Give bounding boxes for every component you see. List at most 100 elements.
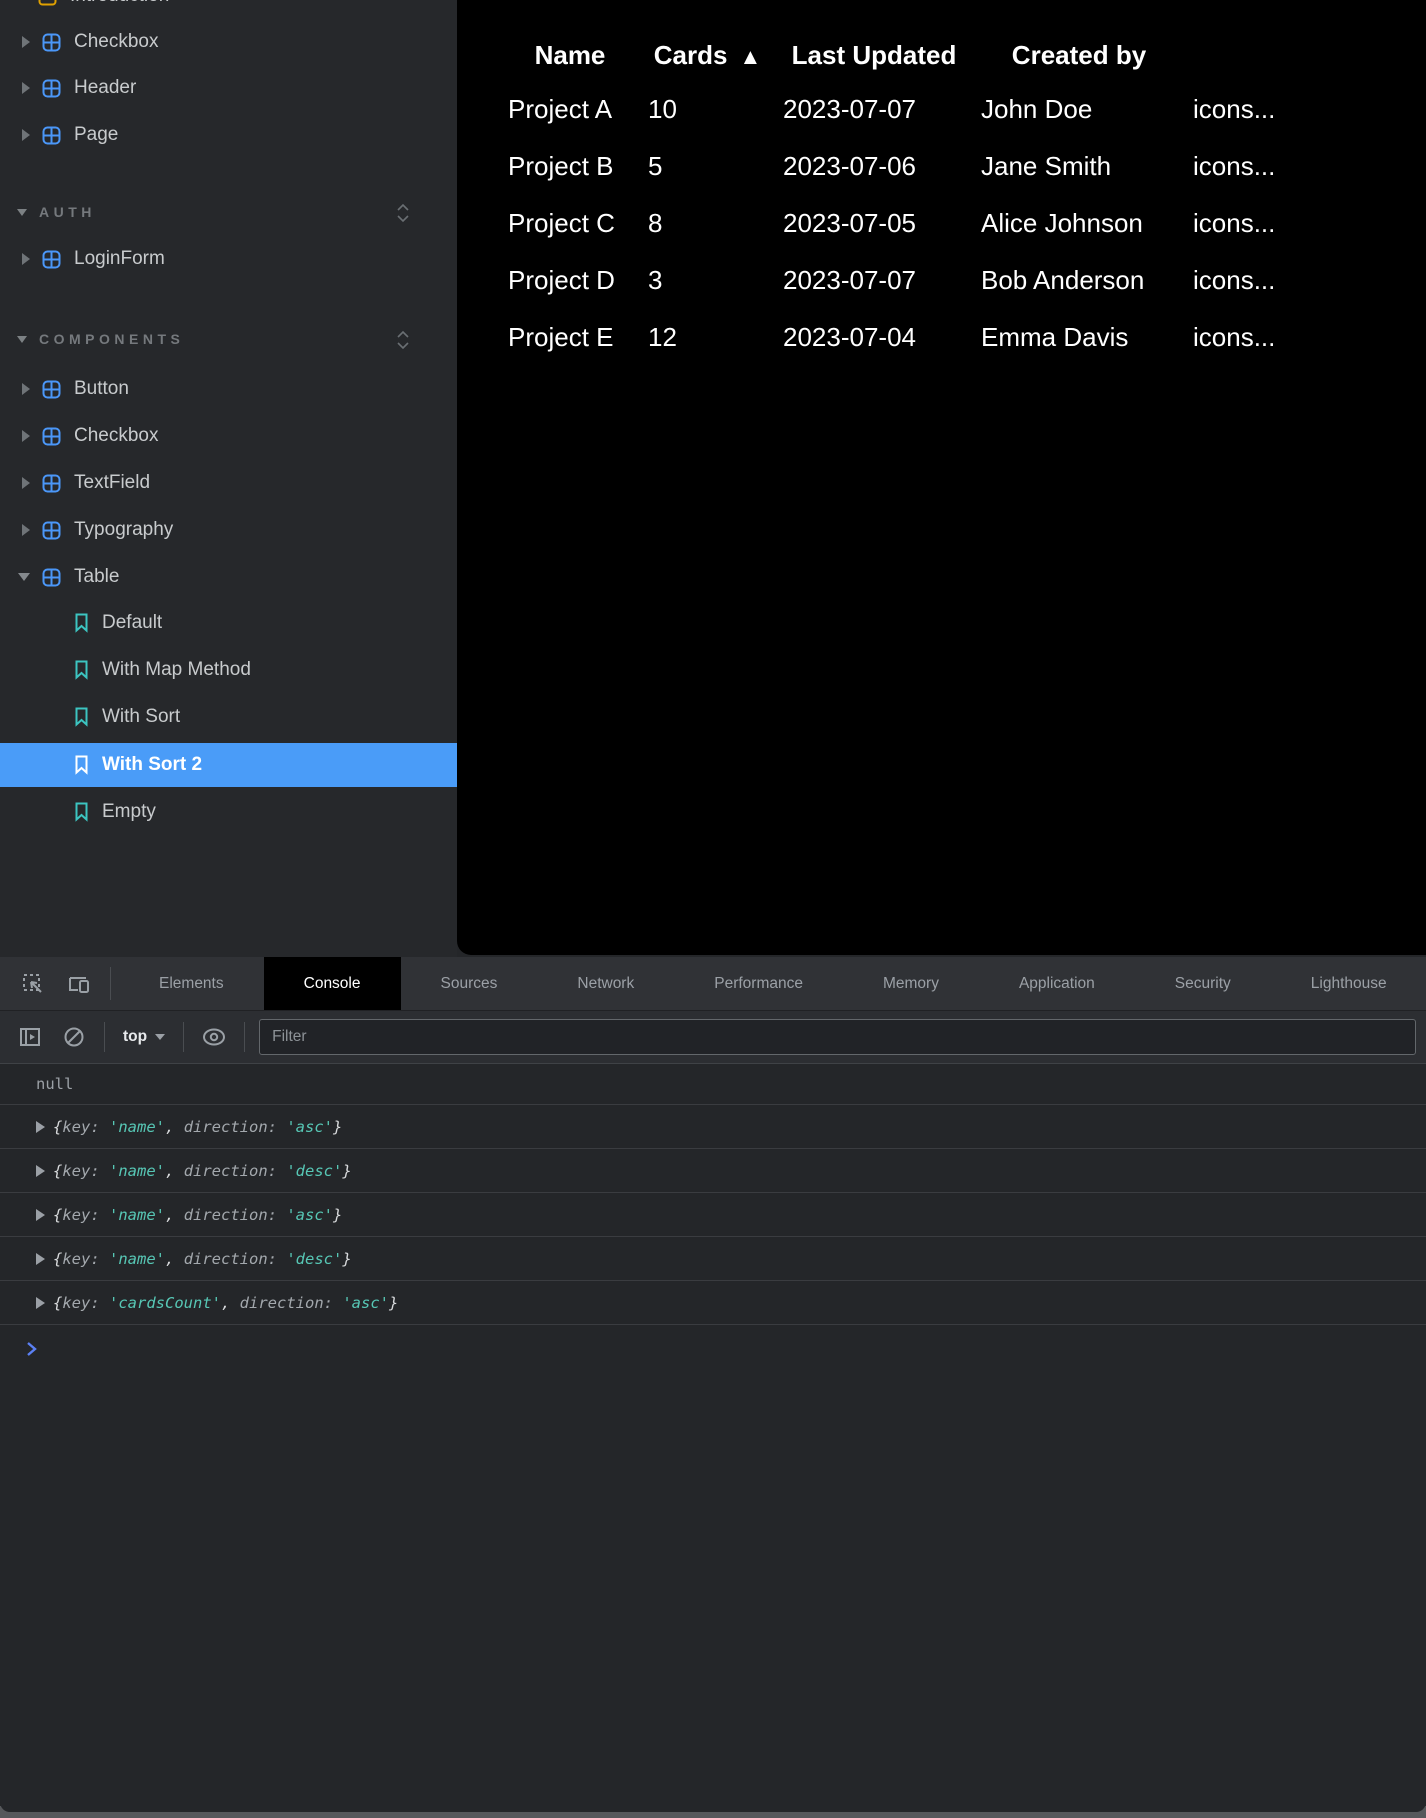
sidebar-item-button[interactable]: Button	[0, 367, 457, 411]
table-row: Project B 5 2023-07-06 Jane Smith icons.…	[500, 138, 1351, 195]
story-label: Default	[102, 612, 162, 634]
component-icon	[42, 33, 61, 52]
component-icon	[42, 250, 61, 269]
sidebar-item-label: TextField	[74, 472, 150, 494]
sidebar-item-checkbox[interactable]: Checkbox	[0, 20, 457, 64]
live-expression-button[interactable]	[192, 1025, 236, 1049]
expand-arrow-icon[interactable]	[36, 1297, 45, 1309]
cell-actions[interactable]: icons...	[1185, 138, 1351, 195]
sidebar-item-introduction[interactable]: Introduction	[0, 0, 457, 18]
chevron-down-icon[interactable]	[17, 336, 27, 343]
sidebar-story-with-sort[interactable]: With Sort	[0, 695, 457, 739]
column-header-created-by[interactable]: Created by	[973, 30, 1185, 81]
tab-memory[interactable]: Memory	[843, 957, 979, 1010]
sidebar-item-label: Page	[74, 124, 118, 146]
cell-actions[interactable]: icons...	[1185, 252, 1351, 309]
tab-network[interactable]: Network	[537, 957, 674, 1010]
chevron-down-icon[interactable]	[17, 209, 27, 216]
chevron-right-icon[interactable]	[22, 430, 30, 442]
sidebar-item-loginform[interactable]: LoginForm	[0, 237, 457, 281]
chevron-down-icon[interactable]	[18, 573, 30, 581]
cell-actions[interactable]: icons...	[1185, 195, 1351, 252]
console-message-object: {key: 'name', direction: 'desc'}	[0, 1236, 1426, 1280]
cell-cards: 12	[640, 309, 775, 366]
chevron-right-icon[interactable]	[22, 82, 30, 94]
inspect-element-button[interactable]	[10, 957, 56, 1010]
component-icon	[42, 427, 61, 446]
cell-cards: 8	[640, 195, 775, 252]
sidebar-story-empty[interactable]: Empty	[0, 790, 457, 834]
cell-actions[interactable]: icons...	[1185, 81, 1351, 138]
cell-name: Project A	[500, 81, 640, 138]
sidebar-section-auth[interactable]: AUTH	[0, 190, 457, 234]
tab-security[interactable]: Security	[1135, 957, 1271, 1010]
comma: ,	[221, 1294, 240, 1312]
cell-updated: 2023-07-07	[775, 81, 973, 138]
comma: ,	[165, 1118, 184, 1136]
key-label: key:	[62, 1162, 109, 1180]
cell-creator: Emma Davis	[973, 309, 1185, 366]
tab-application[interactable]: Application	[979, 957, 1135, 1010]
tab-lighthouse[interactable]: Lighthouse	[1271, 957, 1426, 1010]
sidebar-story-with-sort-2-selected[interactable]: With Sort 2	[0, 743, 457, 787]
sidebar-item-label: Checkbox	[74, 425, 159, 447]
chevron-right-icon[interactable]	[22, 253, 30, 265]
console-message-object: {key: 'name', direction: 'asc'}	[0, 1104, 1426, 1148]
column-header-actions	[1185, 30, 1351, 81]
sidebar-toggle-icon	[18, 1025, 42, 1049]
column-header-name[interactable]: Name	[500, 30, 640, 81]
tab-elements[interactable]: Elements	[119, 957, 264, 1010]
expand-arrow-icon[interactable]	[36, 1209, 45, 1221]
column-header-cards-label: Cards	[654, 40, 728, 70]
sidebar-item-page[interactable]: Page	[0, 113, 457, 157]
key-value: 'name'	[109, 1250, 165, 1268]
sidebar-item-table[interactable]: Table	[0, 555, 457, 599]
column-header-last-updated[interactable]: Last Updated	[775, 30, 973, 81]
direction-label: direction:	[184, 1250, 287, 1268]
direction-value: 'desc'	[286, 1162, 342, 1180]
tab-performance[interactable]: Performance	[674, 957, 843, 1010]
brace: {	[53, 1250, 62, 1268]
cell-actions[interactable]: icons...	[1185, 309, 1351, 366]
console-filter-input[interactable]	[259, 1019, 1416, 1055]
expand-arrow-icon[interactable]	[36, 1253, 45, 1265]
expand-arrow-icon[interactable]	[36, 1165, 45, 1177]
sidebar-story-default[interactable]: Default	[0, 601, 457, 645]
console-toolbar: top	[0, 1011, 1426, 1064]
sidebar-item-typography[interactable]: Typography	[0, 508, 457, 552]
device-toolbar-button[interactable]	[56, 957, 102, 1010]
sidebar-story-with-map-method[interactable]: With Map Method	[0, 648, 457, 692]
direction-label: direction:	[184, 1162, 287, 1180]
chevron-right-icon[interactable]	[22, 129, 30, 141]
component-icon	[42, 474, 61, 493]
chevron-right-icon[interactable]	[22, 477, 30, 489]
cell-cards: 10	[640, 81, 775, 138]
sidebar-section-components[interactable]: COMPONENTS	[0, 317, 457, 361]
key-label: key:	[62, 1206, 109, 1224]
chevron-right-icon[interactable]	[22, 524, 30, 536]
sidebar-item-label: Header	[74, 77, 136, 99]
console-message-object: {key: 'name', direction: 'asc'}	[0, 1192, 1426, 1236]
comma: ,	[165, 1162, 184, 1180]
direction-value: 'desc'	[286, 1250, 342, 1268]
expand-collapse-icon[interactable]	[395, 329, 411, 351]
clear-console-button[interactable]	[52, 1025, 96, 1049]
divider	[244, 1022, 245, 1052]
expand-arrow-icon[interactable]	[36, 1121, 45, 1133]
sidebar-item-checkbox-2[interactable]: Checkbox	[0, 414, 457, 458]
cell-name: Project D	[500, 252, 640, 309]
chevron-right-icon[interactable]	[22, 383, 30, 395]
context-selector[interactable]: top	[123, 1028, 165, 1046]
column-header-cards[interactable]: Cards▲	[640, 30, 775, 81]
tab-sources[interactable]: Sources	[401, 957, 538, 1010]
tab-console[interactable]: Console	[264, 957, 401, 1010]
component-icon	[42, 568, 61, 587]
sidebar-item-header[interactable]: Header	[0, 66, 457, 110]
expand-collapse-icon[interactable]	[395, 202, 411, 224]
cell-creator: John Doe	[973, 81, 1185, 138]
console-prompt[interactable]	[0, 1324, 1426, 1372]
chevron-right-icon[interactable]	[22, 36, 30, 48]
console-sidebar-toggle-button[interactable]	[8, 1025, 52, 1049]
sidebar-item-textfield[interactable]: TextField	[0, 461, 457, 505]
divider	[183, 1022, 184, 1052]
